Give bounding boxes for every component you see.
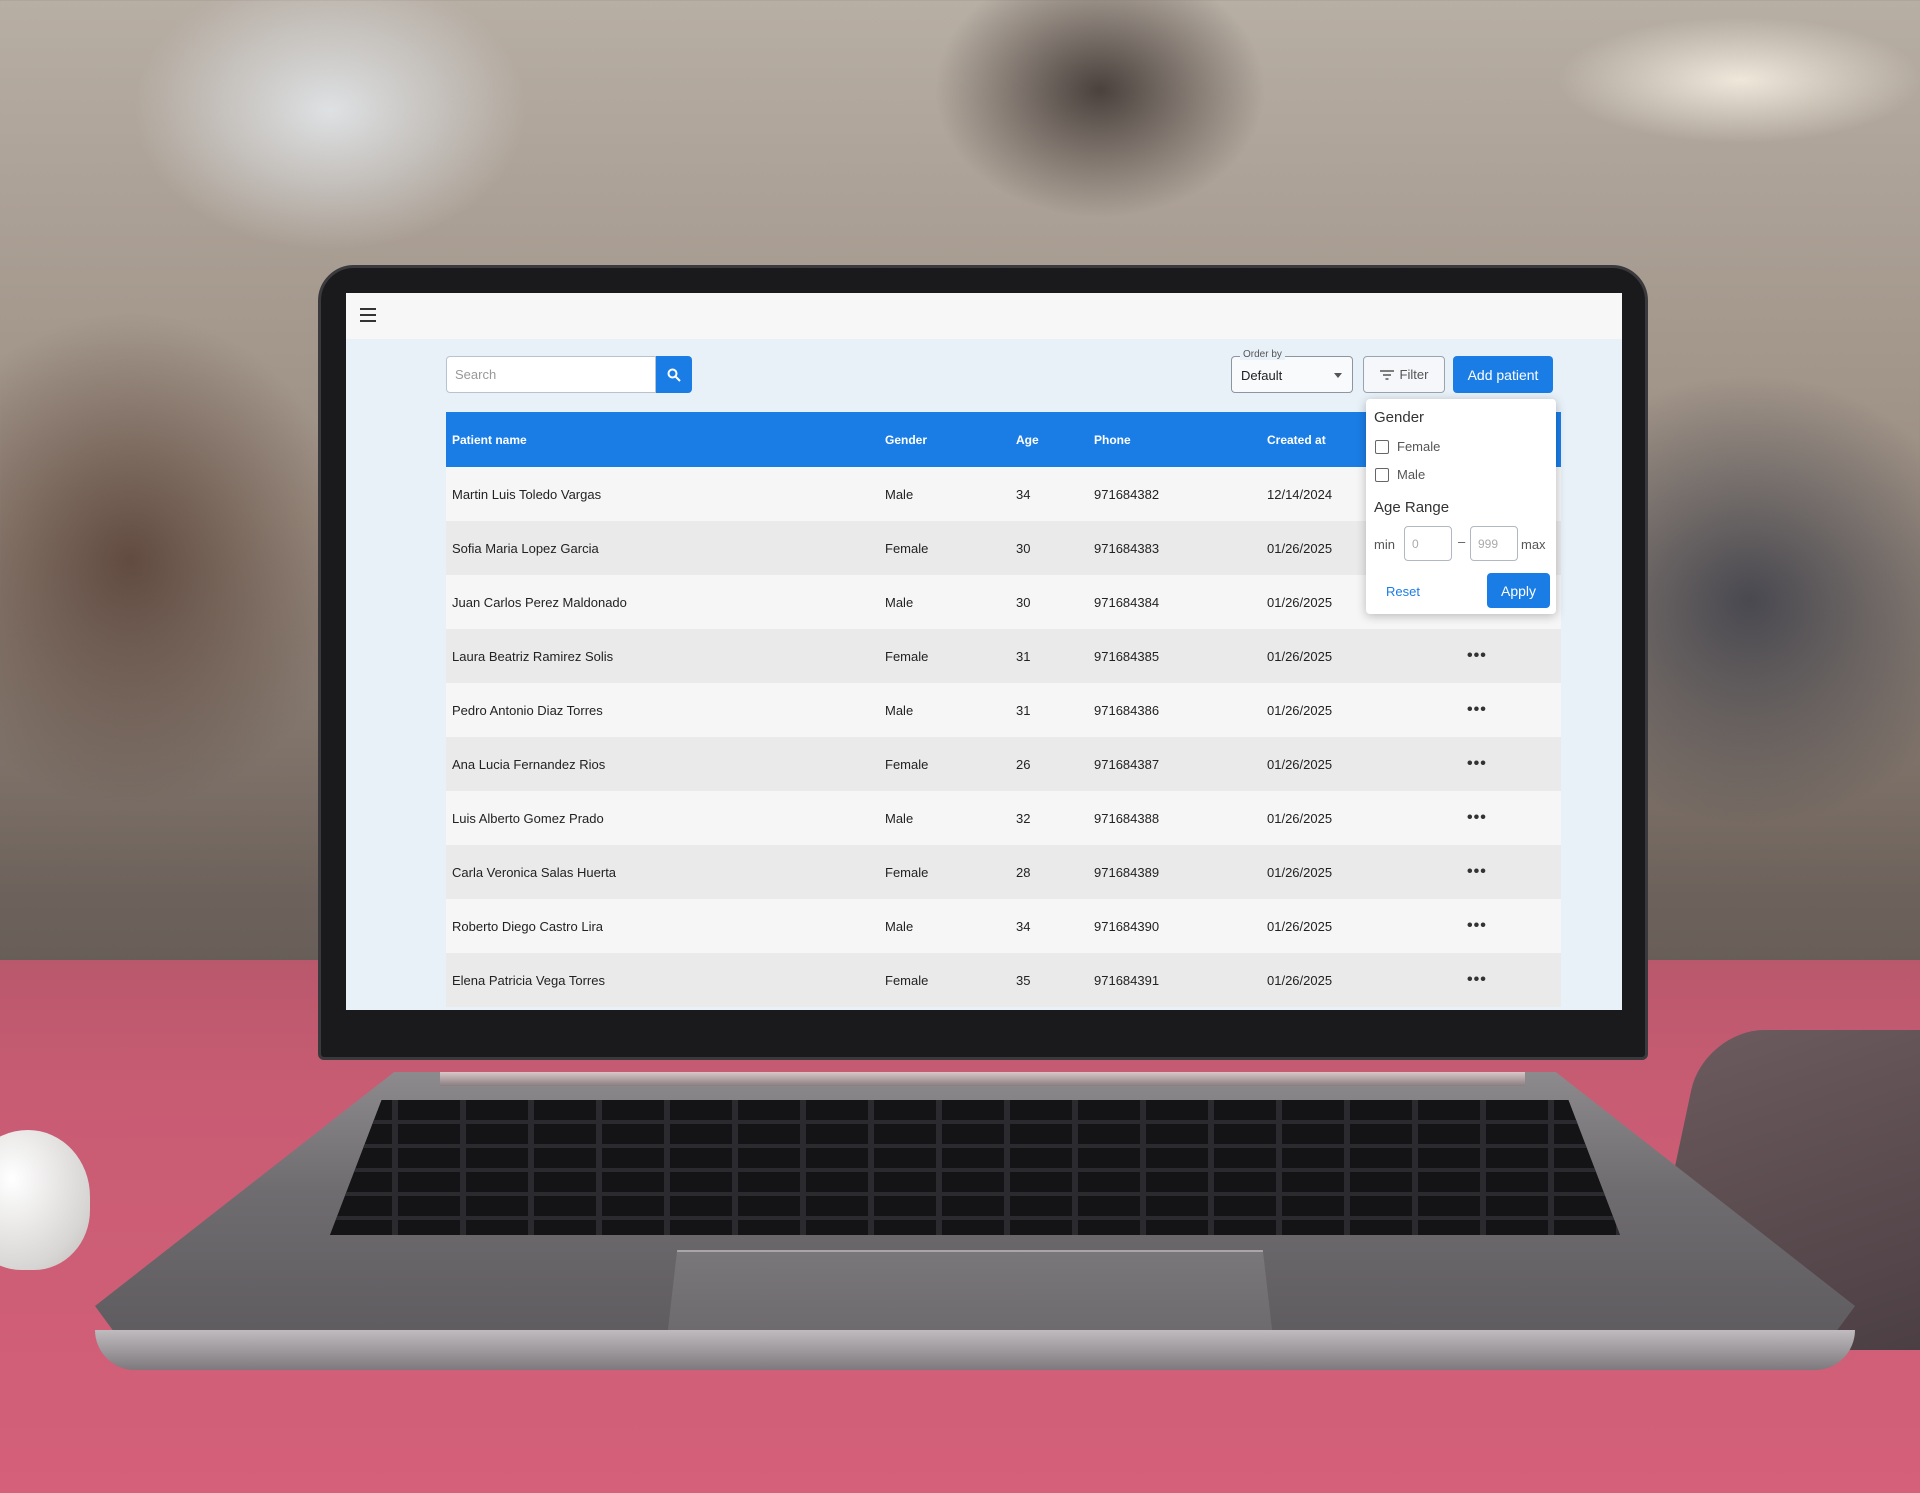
created-at-cell: 01/26/2025 [1267,648,1333,664]
search-button[interactable] [656,356,692,393]
gender-cell: Female [885,864,929,880]
phone-cell: 971684390 [1094,918,1160,934]
age-min-input[interactable] [1404,526,1452,561]
table-row[interactable]: Luis Alberto Gomez Prado Male 32 971684388 0… [446,791,1561,845]
table-row[interactable]: Carla Veronica Salas Huerta Female 28 97168… [446,845,1561,899]
gender-cell: Male [885,702,914,718]
gender-section-title: Gender [1374,409,1425,426]
apply-filters-button[interactable]: Apply [1487,573,1550,608]
age-cell: 32 [1016,810,1031,826]
patient-name-cell: Roberto Diego Castro Lira [452,918,604,934]
age-cell: 30 [1016,594,1031,610]
age-range-section-title: Age Range [1374,499,1450,516]
more-icon[interactable]: ••• [1461,629,1561,683]
phone-cell: 971684388 [1094,810,1160,826]
age-max-label: max [1521,537,1546,552]
patient-name-cell: Laura Beatriz Ramirez Solis [452,648,614,664]
phone-cell: 971684391 [1094,972,1160,988]
age-cell: 30 [1016,540,1031,556]
male-checkbox[interactable]: Male [1375,467,1425,482]
filter-icon [1379,369,1394,380]
gender-cell: Male [885,594,914,610]
age-cell: 26 [1016,756,1031,772]
search-input[interactable] [446,356,656,393]
gender-cell: Female [885,540,929,556]
table-row[interactable]: Ana Lucia Fernandez Rios Female 26 97168438… [446,737,1561,791]
female-checkbox-label: Female [1397,439,1441,454]
created-at-cell: 01/26/2025 [1267,702,1333,718]
gender-cell: Female [885,648,929,664]
age-range-dash: – [1458,534,1466,549]
add-patient-button[interactable]: Add patient [1453,356,1553,393]
column-header-name[interactable]: Patient name [446,412,879,467]
reset-filters-button[interactable]: Reset [1386,579,1436,604]
order-by-label: Order by [1240,349,1285,360]
age-cell: 34 [1016,486,1031,502]
keyboard-rows [330,1100,1620,1235]
patient-name-cell: Luis Alberto Gomez Prado [452,810,604,826]
laptop-front-edge [95,1330,1855,1370]
more-icon[interactable]: ••• [1461,953,1561,1007]
phone-cell: 971684387 [1094,756,1160,772]
more-icon[interactable]: ••• [1461,899,1561,953]
phone-cell: 971684386 [1094,702,1160,718]
column-header-age[interactable]: Age [1010,412,1088,467]
phone-cell: 971684385 [1094,648,1160,664]
gender-cell: Female [885,756,929,772]
phone-cell: 971684382 [1094,486,1160,502]
patient-name-cell: Pedro Antonio Diaz Torres [452,702,603,718]
more-icon[interactable]: ••• [1461,791,1561,845]
filter-panel: Gender Female Male Age Range min – max R… [1366,399,1556,614]
created-at-cell: 01/26/2025 [1267,810,1333,826]
patient-name-cell: Elena Patricia Vega Torres [452,972,605,988]
age-cell: 28 [1016,864,1031,880]
female-checkbox[interactable]: Female [1375,439,1440,454]
age-min-label: min [1374,537,1395,552]
gender-cell: Male [885,918,914,934]
patient-name-cell: Carla Veronica Salas Huerta [452,864,617,880]
patient-name-cell: Martin Luis Toledo Vargas [452,486,602,502]
gender-cell: Female [885,972,929,988]
phone-cell: 971684384 [1094,594,1160,610]
male-checkbox-box[interactable] [1375,467,1389,482]
age-cell: 35 [1016,972,1031,988]
table-row[interactable]: Laura Beatriz Ramirez Solis Female 31 97168… [446,629,1561,683]
table-row[interactable]: Elena Patricia Vega Torres Female 35 971684… [446,953,1561,1007]
table-row[interactable]: Roberto Diego Castro Lira Male 34 971684390… [446,899,1561,953]
created-at-cell: 01/26/2025 [1267,918,1333,934]
more-icon[interactable]: ••• [1461,737,1561,791]
age-cell: 31 [1016,648,1031,664]
laptop-hinge [440,1072,1525,1086]
more-icon[interactable]: ••• [1461,683,1561,737]
male-checkbox-label: Male [1397,467,1426,482]
female-checkbox-box[interactable] [1375,439,1389,454]
menu-icon[interactable] [360,308,376,322]
age-cell: 31 [1016,702,1031,718]
age-max-input[interactable] [1470,526,1518,561]
phone-cell: 971684383 [1094,540,1160,556]
chevron-down-icon [1334,373,1342,378]
phone-cell: 971684389 [1094,864,1160,880]
order-by-select[interactable]: Order by Default [1231,349,1353,393]
column-header-gender[interactable]: Gender [879,412,1010,467]
created-at-cell: 01/26/2025 [1267,864,1333,880]
filter-button[interactable]: Filter [1363,356,1445,393]
created-at-cell: 01/26/2025 [1267,756,1333,772]
created-at-cell: 01/26/2025 [1267,972,1333,988]
table-row[interactable]: Pedro Antonio Diaz Torres Male 31 971684386… [446,683,1561,737]
gender-cell: Male [885,810,914,826]
top-bar [346,293,1622,339]
age-cell: 34 [1016,918,1031,934]
gender-cell: Male [885,486,914,502]
column-header-phone[interactable]: Phone [1088,412,1261,467]
order-by-value: Default [1241,368,1283,383]
patient-name-cell: Juan Carlos Perez Maldonado [452,594,627,610]
filter-button-label: Filter [1399,367,1429,382]
more-icon[interactable]: ••• [1461,845,1561,899]
patient-name-cell: Ana Lucia Fernandez Rios [452,756,606,772]
patient-name-cell: Sofia Maria Lopez Garcia [452,540,599,556]
search-icon [667,368,681,382]
app-screen: Order by Default Filter Add patient Pati… [346,293,1622,1010]
